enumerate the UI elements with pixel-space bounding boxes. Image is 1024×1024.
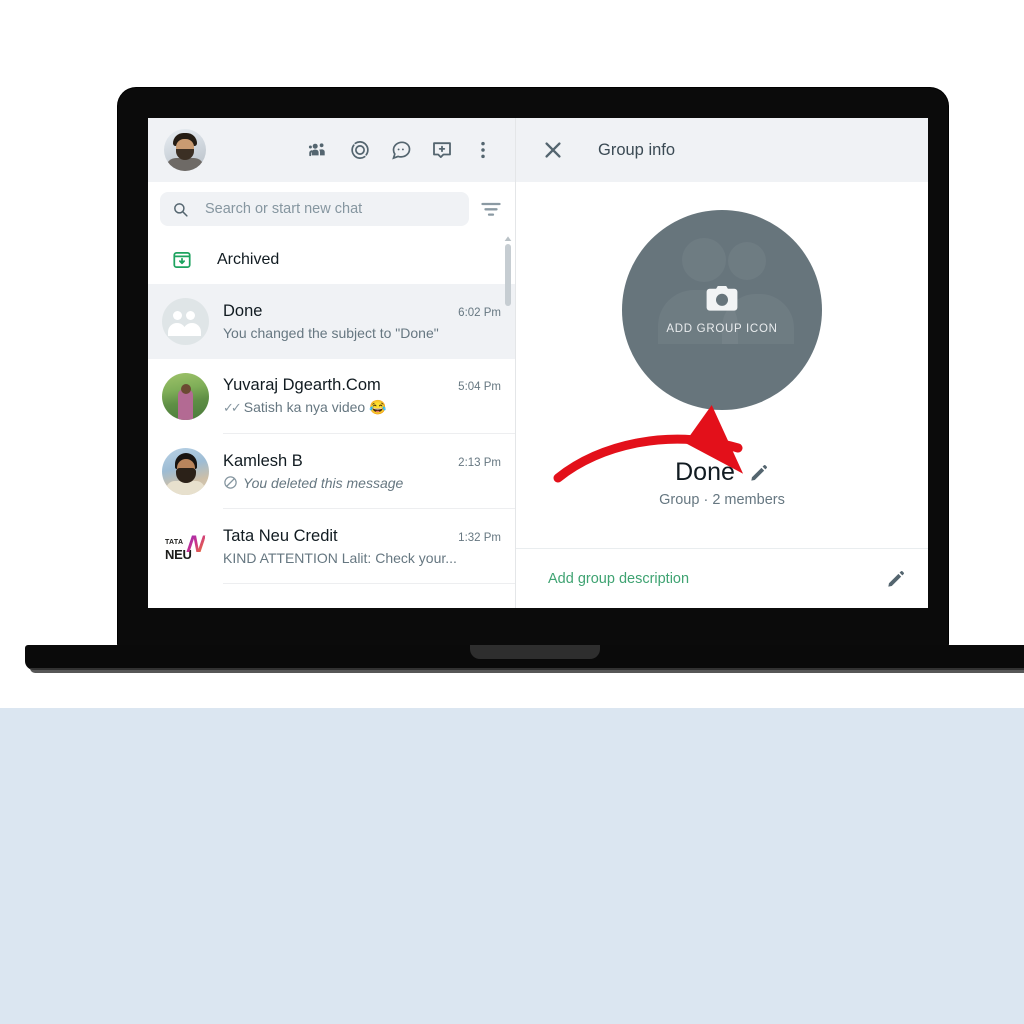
chat-name: Tata Neu Credit <box>223 526 338 545</box>
chat-time: 5:04 Pm <box>458 381 501 393</box>
search-row <box>148 182 515 236</box>
filter-icon[interactable] <box>479 197 503 221</box>
group-silhouette-head-left <box>682 238 726 282</box>
avatar-photo <box>162 373 209 420</box>
group-info-pane: Group info ADD GROUP ICON Done Group · 2… <box>516 118 928 608</box>
profile-avatar[interactable] <box>164 129 206 171</box>
blocked-icon <box>223 475 238 490</box>
group-info-header: Group info <box>516 118 928 182</box>
neu-swoosh-icon: N <box>185 531 207 558</box>
group-name: Done <box>675 458 735 486</box>
group-description-row[interactable]: Add group description <box>516 548 928 608</box>
avatar-logo-tata-neu: TATA NEU N <box>162 523 209 570</box>
chat-list-scrollbar[interactable] <box>505 244 511 306</box>
chat-row-body: Done 6:02 Pm You changed the subject to … <box>223 284 515 359</box>
laptop-base-shadow <box>30 668 1024 673</box>
double-check-icon: ✓✓ <box>223 399 242 415</box>
group-photo-placeholder[interactable]: ADD GROUP ICON <box>622 210 822 410</box>
chat-time: 1:32 Pm <box>458 531 501 544</box>
archived-label: Archived <box>217 251 280 268</box>
chat-row-body: Kamlesh B 2:13 Pm You deleted this messa… <box>223 434 515 509</box>
page-background-band <box>0 708 1024 1024</box>
search-icon <box>174 202 188 217</box>
group-photo-block: ADD GROUP ICON <box>516 182 928 410</box>
status-icon[interactable] <box>348 138 372 162</box>
chat-preview: Satish ka nya video 😂 <box>243 399 387 415</box>
add-group-description-link[interactable]: Add group description <box>548 571 689 587</box>
chat-row-body: Yuvaraj Dgearth.Com 5:04 Pm ✓✓ Satish ka… <box>223 359 515 434</box>
add-group-icon-label: ADD GROUP ICON <box>666 322 778 335</box>
header-icon-group <box>307 138 499 162</box>
chat-row-done[interactable]: Done 6:02 Pm You changed the subject to … <box>148 284 515 359</box>
chat-row-body: Tata Neu Credit 1:32 Pm KIND ATTENTION L… <box>223 509 515 584</box>
chat-list-header <box>148 118 515 182</box>
edit-description-pencil-icon[interactable] <box>886 569 906 589</box>
group-info-title: Group info <box>598 140 676 159</box>
chat-preview: KIND ATTENTION Lalit: Check your... <box>223 549 457 566</box>
new-chat-icon[interactable] <box>430 138 454 162</box>
chat-time: 6:02 Pm <box>458 307 501 319</box>
chat-name: Yuvaraj Dgearth.Com <box>223 376 381 394</box>
chat-row-yuvaraj[interactable]: Yuvaraj Dgearth.Com 5:04 Pm ✓✓ Satish ka… <box>148 359 515 434</box>
chat-preview: You changed the subject to "Done" <box>223 325 439 341</box>
group-silhouette-head-right <box>728 242 766 280</box>
tata-wordmark: TATA <box>165 539 184 546</box>
channels-icon[interactable] <box>389 138 413 162</box>
chat-preview: You deleted this message <box>243 474 404 491</box>
chat-list: Archived Done 6:02 Pm You changed the su… <box>148 236 515 608</box>
close-icon[interactable] <box>542 139 564 161</box>
archived-icon <box>162 249 202 271</box>
chat-time: 2:13 Pm <box>458 456 501 469</box>
laptop-screen: Archived Done 6:02 Pm You changed the su… <box>148 118 928 608</box>
chat-name: Done <box>223 302 263 320</box>
avatar-group-default <box>162 298 209 345</box>
communities-icon[interactable] <box>307 138 331 162</box>
laptop-trackpad-notch <box>470 645 600 659</box>
archived-row[interactable]: Archived <box>148 236 515 284</box>
avatar-photo <box>162 448 209 495</box>
edit-pencil-icon[interactable] <box>749 463 769 483</box>
menu-icon[interactable] <box>471 138 495 162</box>
chat-name: Kamlesh B <box>223 451 303 470</box>
camera-icon <box>706 285 738 311</box>
search-input[interactable] <box>203 200 457 218</box>
chat-row-kamlesh[interactable]: Kamlesh B 2:13 Pm You deleted this messa… <box>148 434 515 509</box>
chat-list-pane: Archived Done 6:02 Pm You changed the su… <box>148 118 516 608</box>
scroll-up-arrow-icon[interactable] <box>504 236 512 242</box>
group-subtitle: Group · 2 members <box>659 492 785 508</box>
chat-row-tata-neu[interactable]: TATA NEU N Tata Neu Credit 1:32 Pm KIND … <box>148 509 515 584</box>
group-title-row: Done <box>516 458 928 487</box>
search-box[interactable] <box>160 192 469 226</box>
